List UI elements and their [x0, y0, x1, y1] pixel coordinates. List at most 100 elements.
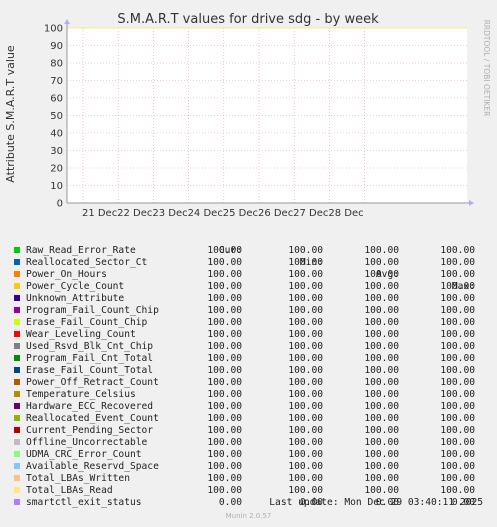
legend-row: Available_Reservd_Space 100.00 100.00 100.0…	[12, 461, 492, 473]
legend-min-value: 100.00	[288, 377, 323, 388]
legend-avg-value: 100.00	[364, 485, 399, 496]
legend-series-name: UDMA_CRC_Error_Count	[26, 449, 142, 460]
legend: Cur: Min: Avg: Max: Raw_Read_Error_Rate 1…	[12, 233, 492, 509]
legend-swatch	[14, 367, 20, 373]
legend-series-name: Temperature_Celsius	[26, 389, 136, 400]
legend-series-name: smartctl_exit_status	[26, 497, 142, 508]
footer-version: Munin 2.0.57	[225, 512, 272, 520]
legend-avg-value: 100.00	[364, 293, 399, 304]
legend-row: Used_Rsvd_Blk_Cnt_Chip 100.00 100.00 100.00…	[12, 341, 492, 353]
legend-swatch	[14, 427, 20, 433]
legend-cur-value: 100.00	[207, 413, 242, 424]
legend-cur-value: 100.00	[207, 377, 242, 388]
legend-min-value: 100.00	[288, 245, 323, 256]
legend-cur-value: 100.00	[207, 305, 242, 316]
x-ticks: 21 Dec 22 Dec 23 Dec 24 Dec 25 Dec 26 Dec 27 D…	[82, 208, 364, 219]
y-tick-label: 90	[50, 41, 63, 52]
legend-cur-value: 100.00	[207, 317, 242, 328]
legend-min-value: 100.00	[288, 425, 323, 436]
legend-swatch	[14, 247, 20, 253]
legend-series-name: Program_Fail_Cnt_Total	[26, 353, 154, 364]
legend-swatch	[14, 331, 20, 337]
legend-avg-value: 100.00	[364, 257, 399, 268]
legend-series-name: Reallocated_Event_Count	[26, 413, 159, 424]
legend-series-name: Used_Rsvd_Blk_Cnt_Chip	[26, 341, 154, 352]
legend-swatch	[14, 499, 20, 505]
legend-avg-value: 100.00	[364, 437, 399, 448]
legend-min-value: 100.00	[288, 281, 323, 292]
legend-row: Power_Off_Retract_Count 100.00 100.00 100.0…	[12, 377, 492, 389]
x-axis-arrow	[469, 200, 474, 206]
legend-avg-value: 100.00	[364, 413, 399, 424]
legend-cur-value: 0.00	[218, 497, 242, 508]
y-tick-label: 80	[50, 59, 63, 70]
legend-max-value: 100.00	[440, 245, 475, 256]
y-tick-label: 0	[57, 199, 63, 210]
legend-avg-value: 100.00	[364, 341, 399, 352]
legend-row: Hardware_ECC_Recovered 100.00 100.00 100.00…	[12, 401, 492, 413]
legend-series-name: Total_LBAs_Read	[26, 485, 113, 496]
legend-swatch	[14, 307, 20, 313]
legend-cur-value: 100.00	[207, 461, 242, 472]
legend-series-name: Current_Pending_Sector	[26, 425, 154, 436]
legend-max-value: 100.00	[440, 305, 475, 316]
legend-min-value: 100.00	[288, 461, 323, 472]
x-tick-label: 23 Dec	[152, 208, 187, 219]
legend-cur-value: 100.00	[207, 329, 242, 340]
legend-swatch	[14, 475, 20, 481]
legend-series-name: Power_Cycle_Count	[26, 281, 125, 292]
legend-swatch	[14, 439, 20, 445]
x-tick-label: 26 Dec	[258, 208, 293, 219]
legend-row: Temperature_Celsius 100.00 100.00 100.00 100…	[12, 389, 492, 401]
legend-series-name: Reallocated_Sector_Ct	[26, 257, 148, 268]
legend-row: Current_Pending_Sector 100.00 100.00 100.00…	[12, 425, 492, 437]
legend-max-value: 100.00	[440, 485, 475, 496]
legend-min-value: 100.00	[288, 293, 323, 304]
legend-max-value: 100.00	[440, 329, 475, 340]
legend-min-value: 100.00	[288, 401, 323, 412]
legend-avg-value: 100.00	[364, 329, 399, 340]
legend-cur-value: 100.00	[207, 437, 242, 448]
legend-cur-value: 100.00	[207, 257, 242, 268]
x-tick-label: 27 Dec	[293, 208, 328, 219]
legend-max-value: 100.00	[440, 353, 475, 364]
legend-swatch	[14, 451, 20, 457]
legend-cur-value: 100.00	[207, 401, 242, 412]
legend-min-value: 100.00	[288, 317, 323, 328]
legend-swatch	[14, 283, 20, 289]
legend-series-name: Offline_Uncorrectable	[26, 437, 148, 448]
legend-cur-value: 100.00	[207, 293, 242, 304]
legend-min-value: 100.00	[288, 257, 323, 268]
legend-min-value: 100.00	[288, 437, 323, 448]
legend-max-value: 100.00	[440, 257, 475, 268]
legend-cur-value: 100.00	[207, 341, 242, 352]
legend-min-value: 100.00	[288, 413, 323, 424]
legend-avg-value: 100.00	[364, 365, 399, 376]
legend-cur-value: 100.00	[207, 473, 242, 484]
legend-max-value: 100.00	[440, 461, 475, 472]
y-tick-label: 10	[50, 181, 63, 192]
legend-max-value: 100.00	[440, 269, 475, 280]
x-tick-label: 22 Dec	[117, 208, 152, 219]
legend-max-value: 100.00	[440, 473, 475, 484]
legend-max-value: 100.00	[440, 389, 475, 400]
rrdtool-credit: RRDTOOL / TOBI OETIKER	[482, 20, 491, 117]
y-tick-label: 30	[50, 146, 63, 157]
legend-row: Program_Fail_Count_Chip 100.00 100.00 100.0…	[12, 305, 492, 317]
legend-series-name: Program_Fail_Count_Chip	[26, 305, 159, 316]
legend-cur-value: 100.00	[207, 389, 242, 400]
last-update: Last update: Mon Dec 29 03:40:11 2025	[269, 497, 483, 508]
x-tick-label: 28 Dec	[328, 208, 363, 219]
legend-swatch	[14, 487, 20, 493]
legend-min-value: 100.00	[288, 473, 323, 484]
legend-avg-value: 100.00	[364, 245, 399, 256]
y-ticks: 0 10 20 30 40 50 60 70 80 90 100	[44, 24, 63, 210]
legend-row: Power_On_Hours 100.00 100.00 100.00 100.00	[12, 269, 492, 281]
legend-row: Program_Fail_Cnt_Total 100.00 100.00 100.00…	[12, 353, 492, 365]
x-tick-label: 24 Dec	[188, 208, 223, 219]
legend-cur-value: 100.00	[207, 449, 242, 460]
y-tick-label: 100	[44, 24, 63, 35]
legend-swatch	[14, 343, 20, 349]
y-tick-label: 20	[50, 164, 63, 175]
y-axis-label: Attribute S.M.A.R.T value	[4, 45, 17, 183]
